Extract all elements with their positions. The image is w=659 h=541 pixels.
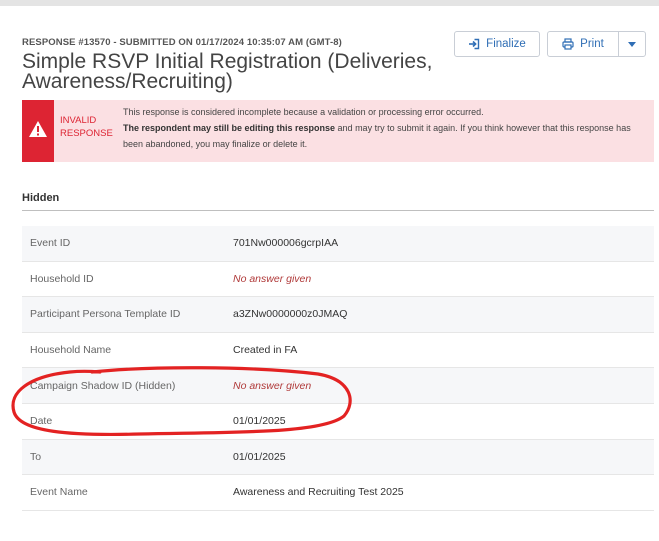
printer-icon: [562, 38, 574, 50]
field-value: 01/01/2025: [233, 450, 286, 463]
table-row: To 01/01/2025: [22, 439, 654, 476]
alert-line-2: The respondent may still be editing this…: [123, 120, 643, 152]
warning-triangle-icon: [29, 121, 47, 137]
table-row: Campaign Shadow ID (Hidden) No answer gi…: [22, 368, 654, 404]
field-label: Event Name: [30, 486, 88, 499]
field-value: a3ZNw0000000z0JMAQ: [233, 308, 348, 321]
field-label: Event ID: [30, 237, 71, 250]
sign-in-icon: [469, 38, 480, 50]
page-title: Simple RSVP Initial Registration (Delive…: [22, 50, 433, 93]
table-row: Household ID No answer given: [22, 262, 654, 298]
alert-message: This response is considered incomplete b…: [123, 104, 643, 152]
field-label: Campaign Shadow ID (Hidden): [30, 379, 176, 392]
section-title: Hidden: [22, 192, 60, 204]
field-label: Date: [30, 415, 53, 428]
field-label: Household Name: [30, 344, 112, 357]
field-label: To: [30, 450, 42, 463]
table-row: Participant Persona Template ID a3ZNw000…: [22, 297, 654, 333]
field-value: No answer given: [233, 379, 312, 392]
field-value: 01/01/2025: [233, 415, 286, 428]
invalid-response-alert: INVALID RESPONSE This response is consid…: [22, 100, 654, 162]
field-label: Participant Persona Template ID: [30, 308, 181, 321]
finalize-label: Finalize: [486, 38, 526, 50]
finalize-button[interactable]: Finalize: [454, 31, 540, 57]
top-bar: [0, 0, 659, 6]
field-value: 701Nw000006gcrpIAA: [233, 237, 339, 250]
table-row: Event ID 701Nw000006gcrpIAA: [22, 226, 654, 262]
field-value: No answer given: [233, 272, 312, 285]
print-button[interactable]: Print: [547, 31, 619, 57]
field-value: Created in FA: [233, 344, 298, 357]
alert-badge: [22, 100, 54, 162]
alert-label: INVALID RESPONSE: [60, 115, 113, 139]
response-meta: RESPONSE #13570 - SUBMITTED ON 01/17/202…: [22, 37, 342, 48]
alert-line-1: This response is considered incomplete b…: [123, 107, 484, 117]
alert-line-2-bold: The respondent may still be editing this…: [123, 123, 336, 133]
field-value: Awareness and Recruiting Test 2025: [233, 486, 404, 499]
print-options-dropdown[interactable]: [618, 31, 646, 57]
table-row: Event Name Awareness and Recruiting Test…: [22, 475, 654, 511]
caret-down-icon: [628, 41, 636, 47]
hidden-fields-table: Event ID 701Nw000006gcrpIAA Household ID…: [22, 226, 654, 511]
field-label: Household ID: [30, 272, 94, 285]
table-row: Household Name Created in FA: [22, 333, 654, 369]
section-divider: [22, 210, 654, 211]
print-label: Print: [580, 38, 604, 50]
table-row: Date 01/01/2025: [22, 404, 654, 440]
